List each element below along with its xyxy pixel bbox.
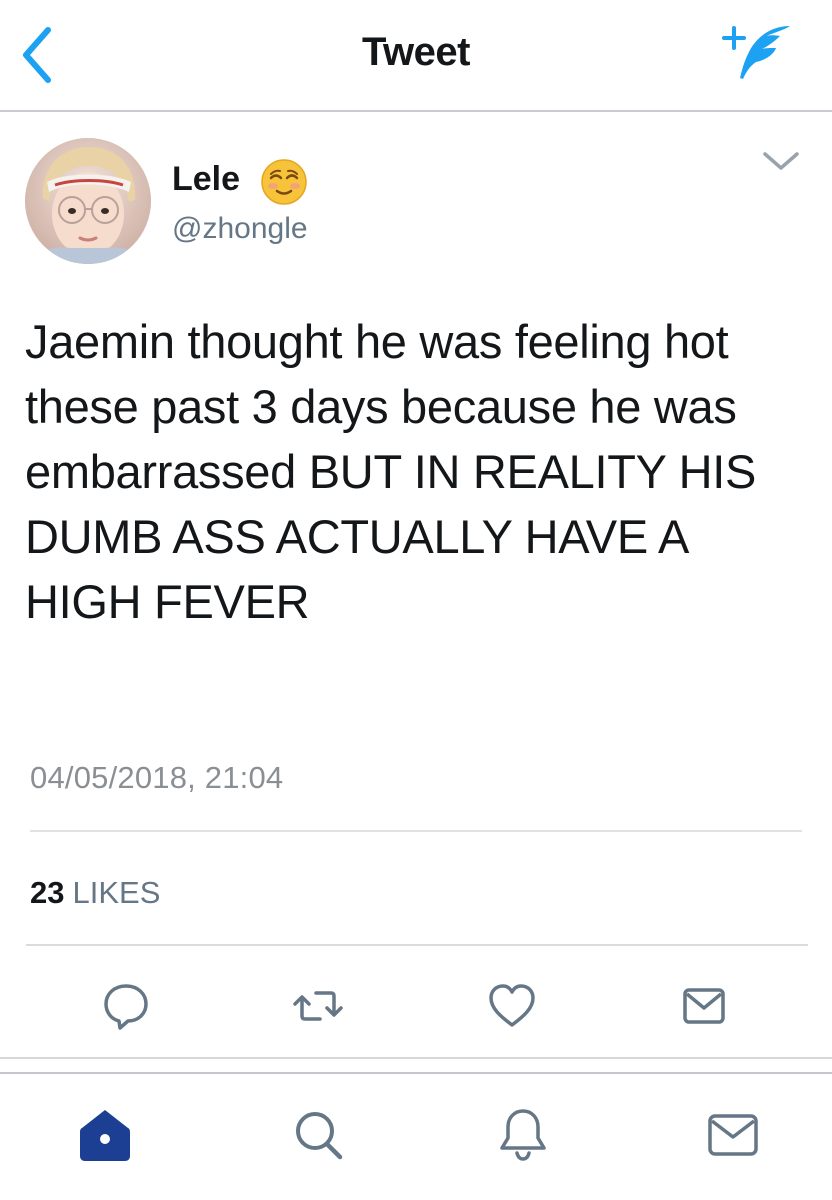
reply-icon: [104, 984, 148, 1030]
heart-icon: [489, 984, 535, 1027]
avatar[interactable]: [25, 138, 151, 264]
divider: [30, 830, 802, 832]
tweet-text: Jaemin thought he was feeling hot these …: [25, 315, 757, 628]
user-avatar-photo: [25, 138, 151, 264]
chevron-down-icon: [763, 152, 799, 170]
retweet-button[interactable]: [290, 978, 346, 1034]
tweet-detail-screen: Tweet Lele @zhongle Jaemin thought he wa…: [0, 0, 832, 1200]
top-nav-bar: Tweet: [0, 0, 832, 112]
tweet-menu-button[interactable]: [760, 148, 802, 174]
display-name[interactable]: Lele: [172, 160, 240, 199]
compose-tweet-button[interactable]: [712, 20, 798, 86]
smiling-face-icon: [260, 158, 308, 206]
likes-label: LIKES: [72, 875, 161, 910]
user-handle[interactable]: @zhongle: [172, 212, 308, 246]
compose-tweet-icon: [722, 26, 790, 79]
reply-button[interactable]: [98, 978, 154, 1034]
tweet-timestamp: 04/05/2018, 21:04: [30, 760, 284, 795]
home-icon: [80, 1110, 130, 1161]
bell-icon: [500, 1109, 546, 1161]
tab-bar-top-border: [0, 1072, 832, 1074]
envelope-icon: [708, 1114, 758, 1156]
envelope-icon: [683, 988, 725, 1024]
like-button[interactable]: [484, 978, 540, 1034]
divider: [0, 1057, 832, 1059]
likes-count: 23: [30, 875, 65, 910]
direct-message-button[interactable]: [676, 978, 732, 1034]
search-icon: [296, 1112, 343, 1160]
retweet-icon: [293, 991, 343, 1021]
likes-summary[interactable]: 23 LIKES: [30, 875, 160, 911]
tab-messages[interactable]: [702, 1104, 764, 1166]
page-title: Tweet: [362, 30, 470, 74]
tab-home[interactable]: [74, 1104, 136, 1166]
tab-notifications[interactable]: [492, 1104, 554, 1166]
divider: [26, 944, 808, 946]
tab-search[interactable]: [288, 1104, 350, 1166]
